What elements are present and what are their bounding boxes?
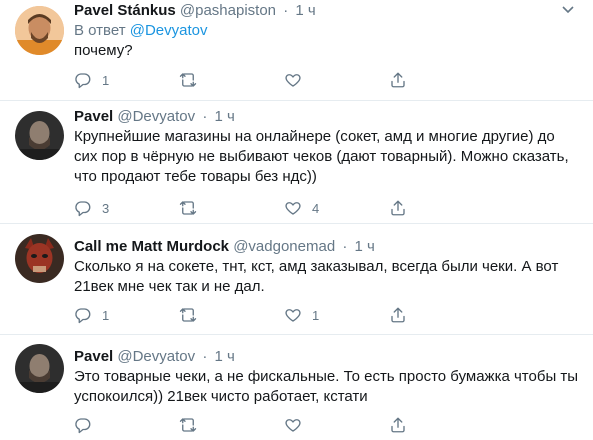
heart-icon [285, 74, 301, 87]
retweet-button[interactable] [179, 199, 284, 217]
retweet-button[interactable] [179, 71, 284, 89]
tweet-header: Pavel Stánkus @pashapiston · 1 ч [74, 1, 579, 21]
timestamp[interactable]: 1 ч [355, 238, 375, 255]
display-name[interactable]: Call me Matt Murdock [74, 238, 229, 255]
avatar[interactable] [15, 111, 64, 160]
timestamp[interactable]: 1 ч [214, 348, 234, 365]
reply-button[interactable]: 1 [74, 306, 179, 324]
tweet-header: Call me Matt Murdock @vadgonemad · 1 ч [74, 237, 579, 257]
tweet-actions [74, 415, 499, 435]
like-button[interactable] [284, 71, 389, 89]
retweet-button[interactable] [179, 306, 284, 324]
user-handle[interactable]: @Devyatov [117, 348, 195, 365]
avatar-image [15, 6, 64, 55]
share-icon [391, 417, 405, 433]
heart-icon [285, 419, 301, 432]
reply-mention-link[interactable]: @Devyatov [130, 22, 208, 39]
tweet-actions: 1 1 [74, 305, 499, 325]
like-button[interactable]: 1 [284, 306, 389, 324]
avatar[interactable] [15, 344, 64, 393]
retweet-icon [179, 308, 197, 322]
share-icon [391, 200, 405, 216]
like-button[interactable] [284, 416, 389, 434]
reply-context: В ответ @Devyatov [74, 21, 579, 41]
like-button[interactable]: 4 [284, 199, 389, 217]
tweet-text: Сколько я на сокете, тнт, кст, амд заказ… [74, 258, 559, 295]
tweet-text: почему? [74, 42, 133, 59]
tweet[interactable]: Pavel Stánkus @pashapiston · 1 ч В ответ… [0, 0, 593, 101]
avatar[interactable] [15, 6, 64, 55]
reply-prefix: В ответ [74, 22, 126, 39]
display-name[interactable]: Pavel [74, 108, 113, 125]
reply-icon [75, 418, 91, 434]
tweet-text: Крупнейшие магазины на онлайнере (сокет,… [74, 128, 569, 185]
timestamp[interactable]: 1 ч [295, 2, 315, 19]
reply-icon [75, 201, 91, 217]
tweet[interactable]: Pavel @Devyatov · 1 ч Это товарные чеки,… [0, 335, 593, 440]
share-button[interactable] [389, 71, 494, 89]
reply-icon [75, 73, 91, 89]
like-count: 1 [312, 307, 320, 323]
retweet-button[interactable] [179, 416, 284, 434]
separator-dot: · [283, 2, 289, 19]
share-button[interactable] [389, 416, 494, 434]
reply-button[interactable]: 3 [74, 199, 179, 217]
like-count: 4 [312, 200, 320, 216]
reply-icon [75, 308, 91, 324]
avatar-image [15, 234, 64, 283]
retweet-icon [179, 73, 197, 87]
share-icon [391, 307, 405, 323]
timestamp[interactable]: 1 ч [214, 108, 234, 125]
reply-button[interactable] [74, 416, 179, 434]
retweet-icon [179, 201, 197, 215]
tweet[interactable]: Pavel @Devyatov · 1 ч Крупнейшие магазин… [0, 101, 593, 224]
chevron-down-icon[interactable] [559, 1, 577, 19]
retweet-icon [179, 418, 197, 432]
share-icon [391, 72, 405, 88]
separator-dot: · [202, 108, 208, 125]
share-button[interactable] [389, 306, 494, 324]
reply-button[interactable]: 1 [74, 71, 179, 89]
tweet[interactable]: Call me Matt Murdock @vadgonemad · 1 ч С… [0, 224, 593, 335]
display-name[interactable]: Pavel [74, 348, 113, 365]
tweet-actions: 1 [74, 70, 499, 90]
separator-dot: · [342, 238, 348, 255]
heart-icon [285, 309, 301, 322]
user-handle[interactable]: @Devyatov [117, 108, 195, 125]
tweet-header: Pavel @Devyatov · 1 ч [74, 347, 579, 367]
display-name[interactable]: Pavel Stánkus [74, 2, 176, 19]
avatar[interactable] [15, 234, 64, 283]
reply-count: 1 [102, 307, 110, 323]
tweet-text: Это товарные чеки, а не фискальные. То е… [74, 368, 579, 405]
share-button[interactable] [389, 199, 494, 217]
tweet-header: Pavel @Devyatov · 1 ч [74, 107, 579, 127]
reply-count: 1 [102, 72, 110, 88]
tweet-actions: 3 4 [74, 198, 499, 218]
avatar-image [15, 344, 64, 393]
reply-count: 3 [102, 200, 110, 216]
heart-icon [285, 202, 301, 215]
avatar-image [15, 111, 64, 160]
user-handle[interactable]: @pashapiston [180, 2, 276, 19]
separator-dot: · [202, 348, 208, 365]
user-handle[interactable]: @vadgonemad [233, 238, 335, 255]
